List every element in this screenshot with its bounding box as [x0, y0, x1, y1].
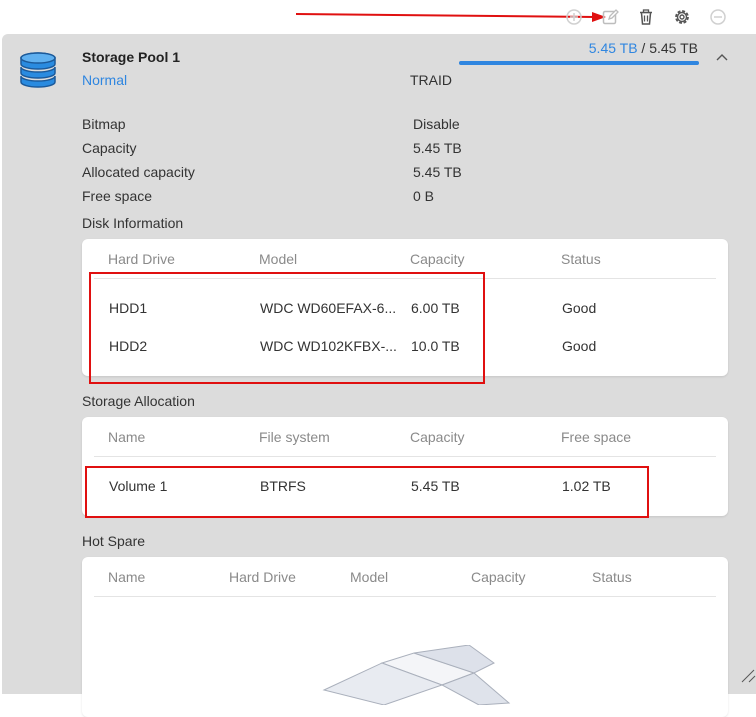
pool-status: Normal — [82, 72, 128, 88]
column-header: Hard Drive — [229, 569, 296, 585]
add-icon — [566, 9, 582, 25]
remove-icon — [710, 9, 726, 25]
usage-text: 5.45 TB / 5.45 TB — [458, 40, 698, 56]
annotation-box-disks — [89, 272, 485, 384]
column-header: Free space — [561, 429, 632, 445]
column-header: Status — [592, 569, 632, 585]
toolbar — [556, 4, 736, 30]
column-header: Capacity — [410, 429, 465, 445]
usage-bar — [459, 61, 699, 65]
prop-label-free-space: Free space — [82, 188, 153, 204]
hot-spare-title: Hot Spare — [82, 533, 146, 549]
usage-bar-fill — [459, 61, 699, 65]
prop-value-bitmap: Disable — [413, 116, 460, 132]
storage-allocation-title: Storage Allocation — [82, 393, 195, 409]
add-button[interactable] — [556, 4, 592, 30]
edit-button[interactable] — [592, 4, 628, 30]
pool-raid-type: TRAID — [410, 72, 452, 88]
chevron-up-icon[interactable] — [714, 50, 730, 64]
settings-icon — [675, 10, 689, 24]
divider — [94, 596, 716, 597]
delete-button[interactable] — [628, 4, 664, 30]
divider — [94, 456, 716, 457]
edit-icon — [602, 9, 619, 25]
column-header: File system — [259, 429, 330, 445]
column-header: Capacity — [471, 569, 526, 585]
column-header: Hard Drive — [108, 251, 175, 267]
prop-value-free-space: 0 B — [413, 188, 435, 204]
pool-name: Storage Pool 1 — [82, 49, 181, 65]
disk-info-title: Disk Information — [82, 215, 184, 231]
column-header: Name — [108, 429, 146, 445]
delete-icon — [640, 9, 652, 25]
empty-box-icon — [322, 645, 511, 705]
usage-separator: / — [637, 40, 650, 56]
prop-label-allocated: Allocated capacity — [82, 164, 195, 180]
column-header: Status — [561, 251, 601, 267]
usage-total: 5.45 TB — [649, 40, 698, 56]
annotation-box-volume — [85, 466, 649, 518]
prop-label-capacity: Capacity — [82, 140, 137, 156]
cell-status: Good — [562, 300, 597, 316]
hot-spare-table: Name Hard Drive Model Capacity Status — [82, 557, 728, 717]
storage-pool-panel: Storage Pool 1 Normal TRAID 5.45 TB / 5.… — [2, 34, 756, 717]
cell-status: Good — [562, 338, 597, 354]
column-header: Name — [108, 569, 146, 585]
column-header: Capacity — [410, 251, 465, 267]
prop-value-allocated: 5.45 TB — [413, 164, 462, 180]
storage-pool-icon — [20, 52, 56, 88]
prop-label-bitmap: Bitmap — [82, 116, 126, 132]
remove-button[interactable] — [700, 4, 736, 30]
column-header: Model — [259, 251, 298, 267]
resize-grip-icon[interactable] — [736, 666, 756, 683]
settings-button[interactable] — [664, 4, 700, 30]
usage-used: 5.45 TB — [588, 40, 638, 56]
prop-value-capacity: 5.45 TB — [413, 140, 462, 156]
column-header: Model — [350, 569, 389, 585]
